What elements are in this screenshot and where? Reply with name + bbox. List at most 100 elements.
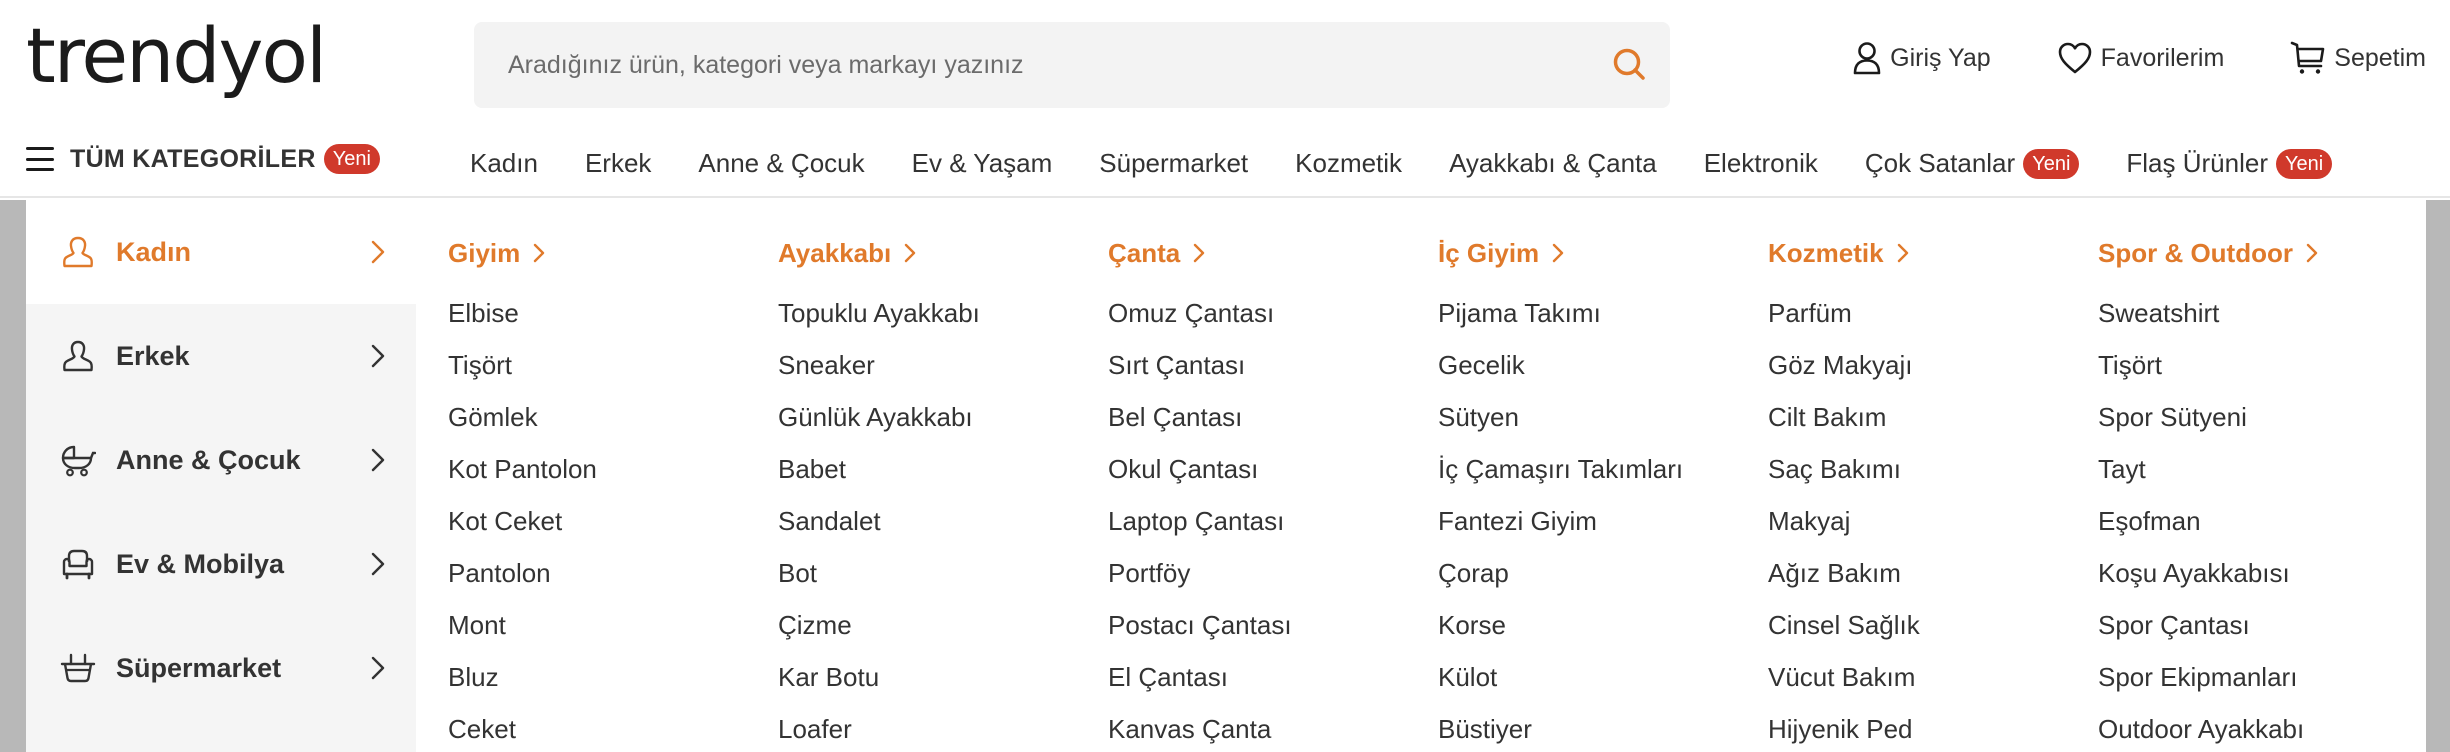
favorites-button[interactable]: Favorilerim xyxy=(2057,41,2225,75)
subcategory-link[interactable]: Korse xyxy=(1438,599,1768,651)
nav-link-ayakkabi-canta[interactable]: Ayakkabı & Çanta xyxy=(1449,148,1657,179)
subcategory-link[interactable]: Bel Çantası xyxy=(1108,391,1438,443)
subcategory-columns: Giyim Elbise Tişört Gömlek Kot Pantolon Kot C… xyxy=(448,200,2428,752)
subcategory-link[interactable]: Ağız Bakım xyxy=(1768,547,2098,599)
subcategory-link[interactable]: Fantezi Giyim xyxy=(1438,495,1768,547)
column-heading-link[interactable]: Spor & Outdoor xyxy=(2098,228,2428,278)
subcategory-link[interactable]: Çorap xyxy=(1438,547,1768,599)
subcategory-column: Spor & Outdoor Sweatshirt Tişört Spor Sütye… xyxy=(2098,200,2428,752)
subcategory-link[interactable]: Tayt xyxy=(2098,443,2428,495)
subcategory-link[interactable]: Günlük Ayakkabı xyxy=(778,391,1108,443)
nav-link-flas-urunler[interactable]: Flaş Ürünler Yeni xyxy=(2126,148,2333,179)
nav-link-label: Süpermarket xyxy=(1099,148,1249,178)
subcategory-link[interactable]: Tişört xyxy=(2098,339,2428,391)
subcategory-link[interactable]: Büstiyer xyxy=(1438,703,1768,752)
login-button[interactable]: Giriş Yap xyxy=(1852,41,1991,75)
nav-link-ev-yasam[interactable]: Ev & Yaşam xyxy=(912,148,1053,179)
subcategory-link[interactable]: Spor Çantası xyxy=(2098,599,2428,651)
subcategory-link[interactable]: Cilt Bakım xyxy=(1768,391,2098,443)
sidebar-item-label: Kadın xyxy=(116,236,192,267)
all-categories-button[interactable]: TÜM KATEGORİLER Yeni xyxy=(26,144,380,174)
subcategory-link[interactable]: Sneaker xyxy=(778,339,1108,391)
column-heading-link[interactable]: İç Giyim xyxy=(1438,228,1768,278)
subcategory-link[interactable]: Bluz xyxy=(448,651,778,703)
subcategory-link[interactable]: Spor Ekipmanları xyxy=(2098,651,2428,703)
subcategory-link[interactable]: Sırt Çantası xyxy=(1108,339,1438,391)
subcategory-link[interactable]: Eşofman xyxy=(2098,495,2428,547)
search-input[interactable] xyxy=(474,22,1590,108)
subcategory-link[interactable]: Gecelik xyxy=(1438,339,1768,391)
hamburger-menu-icon xyxy=(26,147,54,171)
page-overlay-left[interactable] xyxy=(0,200,26,752)
nav-link-anne-cocuk[interactable]: Anne & Çocuk xyxy=(698,148,864,179)
subcategory-link[interactable]: Postacı Çantası xyxy=(1108,599,1438,651)
search-icon xyxy=(1613,48,1645,80)
subcategory-link[interactable]: Kanvas Çanta xyxy=(1108,703,1438,752)
subcategory-link[interactable]: Pijama Takımı xyxy=(1438,287,1768,339)
column-heading-link[interactable]: Giyim xyxy=(448,228,778,278)
subcategory-link[interactable]: Cinsel Sağlık xyxy=(1768,599,2098,651)
subcategory-link[interactable]: Loafer xyxy=(778,703,1108,752)
subcategory-link[interactable]: Tişört xyxy=(448,339,778,391)
sidebar-item-label: Erkek xyxy=(116,340,190,371)
subcategory-link[interactable]: Bot xyxy=(778,547,1108,599)
subcategory-link[interactable]: Hijyenik Ped xyxy=(1768,703,2098,752)
nav-link-kozmetik[interactable]: Kozmetik xyxy=(1295,148,1402,179)
subcategory-link[interactable]: Elbise xyxy=(448,287,778,339)
subcategory-link[interactable]: Kot Ceket xyxy=(448,495,778,547)
subcategory-link[interactable]: El Çantası xyxy=(1108,651,1438,703)
sidebar-item-anne-cocuk[interactable]: Anne & Çocuk xyxy=(26,408,416,512)
subcategory-link[interactable]: Koşu Ayakkabısı xyxy=(2098,547,2428,599)
page-overlay-right[interactable] xyxy=(2426,200,2450,752)
subcategory-link[interactable]: Sandalet xyxy=(778,495,1108,547)
subcategory-link[interactable]: Laptop Çantası xyxy=(1108,495,1438,547)
login-label: Giriş Yap xyxy=(1890,43,1991,72)
subcategory-link[interactable]: Saç Bakımı xyxy=(1768,443,2098,495)
column-heading-label: Kozmetik xyxy=(1768,237,1884,268)
nav-link-cok-satanlar[interactable]: Çok Satanlar Yeni xyxy=(1865,148,2080,179)
subcategory-link[interactable]: Okul Çantası xyxy=(1108,443,1438,495)
subcategory-link[interactable]: Outdoor Ayakkabı xyxy=(2098,703,2428,752)
sidebar-item-supermarket[interactable]: Süpermarket xyxy=(26,616,416,720)
subcategory-link[interactable]: Topuklu Ayakkabı xyxy=(778,287,1108,339)
subcategory-link[interactable]: Vücut Bakım xyxy=(1768,651,2098,703)
subcategory-link[interactable]: Pantolon xyxy=(448,547,778,599)
sidebar-item-ev-mobilya[interactable]: Ev & Mobilya xyxy=(26,512,416,616)
subcategory-link[interactable]: Çizme xyxy=(778,599,1108,651)
subcategory-link[interactable]: Kar Botu xyxy=(778,651,1108,703)
subcategory-link[interactable]: Spor Sütyeni xyxy=(2098,391,2428,443)
favorites-label: Favorilerim xyxy=(2100,43,2225,72)
sidebar-item-kadin[interactable]: Kadın xyxy=(26,200,416,304)
column-heading-link[interactable]: Kozmetik xyxy=(1768,228,2098,278)
subcategory-link[interactable]: Omuz Çantası xyxy=(1108,287,1438,339)
subcategory-link[interactable]: Parfüm xyxy=(1768,287,2098,339)
nav-link-kadin[interactable]: Kadın xyxy=(470,148,538,179)
nav-link-erkek[interactable]: Erkek xyxy=(585,148,651,179)
subcategory-link[interactable]: Sütyen xyxy=(1438,391,1768,443)
chevron-right-icon xyxy=(1897,243,1908,263)
nav-link-supermarket[interactable]: Süpermarket xyxy=(1099,148,1248,179)
subcategory-link[interactable]: Portföy xyxy=(1108,547,1438,599)
subcategory-link[interactable]: Ceket xyxy=(448,703,778,752)
subcategory-link[interactable]: İç Çamaşırı Takımları xyxy=(1438,443,1768,495)
nav-link-label: Erkek xyxy=(584,148,652,178)
chevron-right-icon xyxy=(2306,243,2318,263)
nav-link-elektronik[interactable]: Elektronik xyxy=(1704,148,1818,179)
column-heading-link[interactable]: Ayakkabı xyxy=(778,228,1108,278)
subcategory-link[interactable]: Sweatshirt xyxy=(2098,287,2428,339)
trendyol-logo[interactable]: trendyol xyxy=(26,18,327,94)
search-button[interactable] xyxy=(1590,22,1670,108)
column-heading-link[interactable]: Çanta xyxy=(1108,228,1438,278)
subcategory-link[interactable]: Gömlek xyxy=(448,391,778,443)
heart-icon xyxy=(2058,42,2091,74)
sidebar-item-erkek[interactable]: Erkek xyxy=(26,304,416,408)
subcategory-link[interactable]: Kot Pantolon xyxy=(448,443,778,495)
subcategory-list: Topuklu Ayakkabı Sneaker Günlük Ayakkabı Ba… xyxy=(778,287,1108,752)
subcategory-link[interactable]: Göz Makyajı xyxy=(1768,339,2098,391)
all-categories-label: TÜM KATEGORİLER xyxy=(70,144,316,173)
subcategory-link[interactable]: Külot xyxy=(1438,651,1768,703)
subcategory-link[interactable]: Babet xyxy=(778,443,1108,495)
subcategory-link[interactable]: Mont xyxy=(448,599,778,651)
subcategory-link[interactable]: Makyaj xyxy=(1768,495,2098,547)
cart-button[interactable]: Sepetim xyxy=(2290,40,2426,76)
